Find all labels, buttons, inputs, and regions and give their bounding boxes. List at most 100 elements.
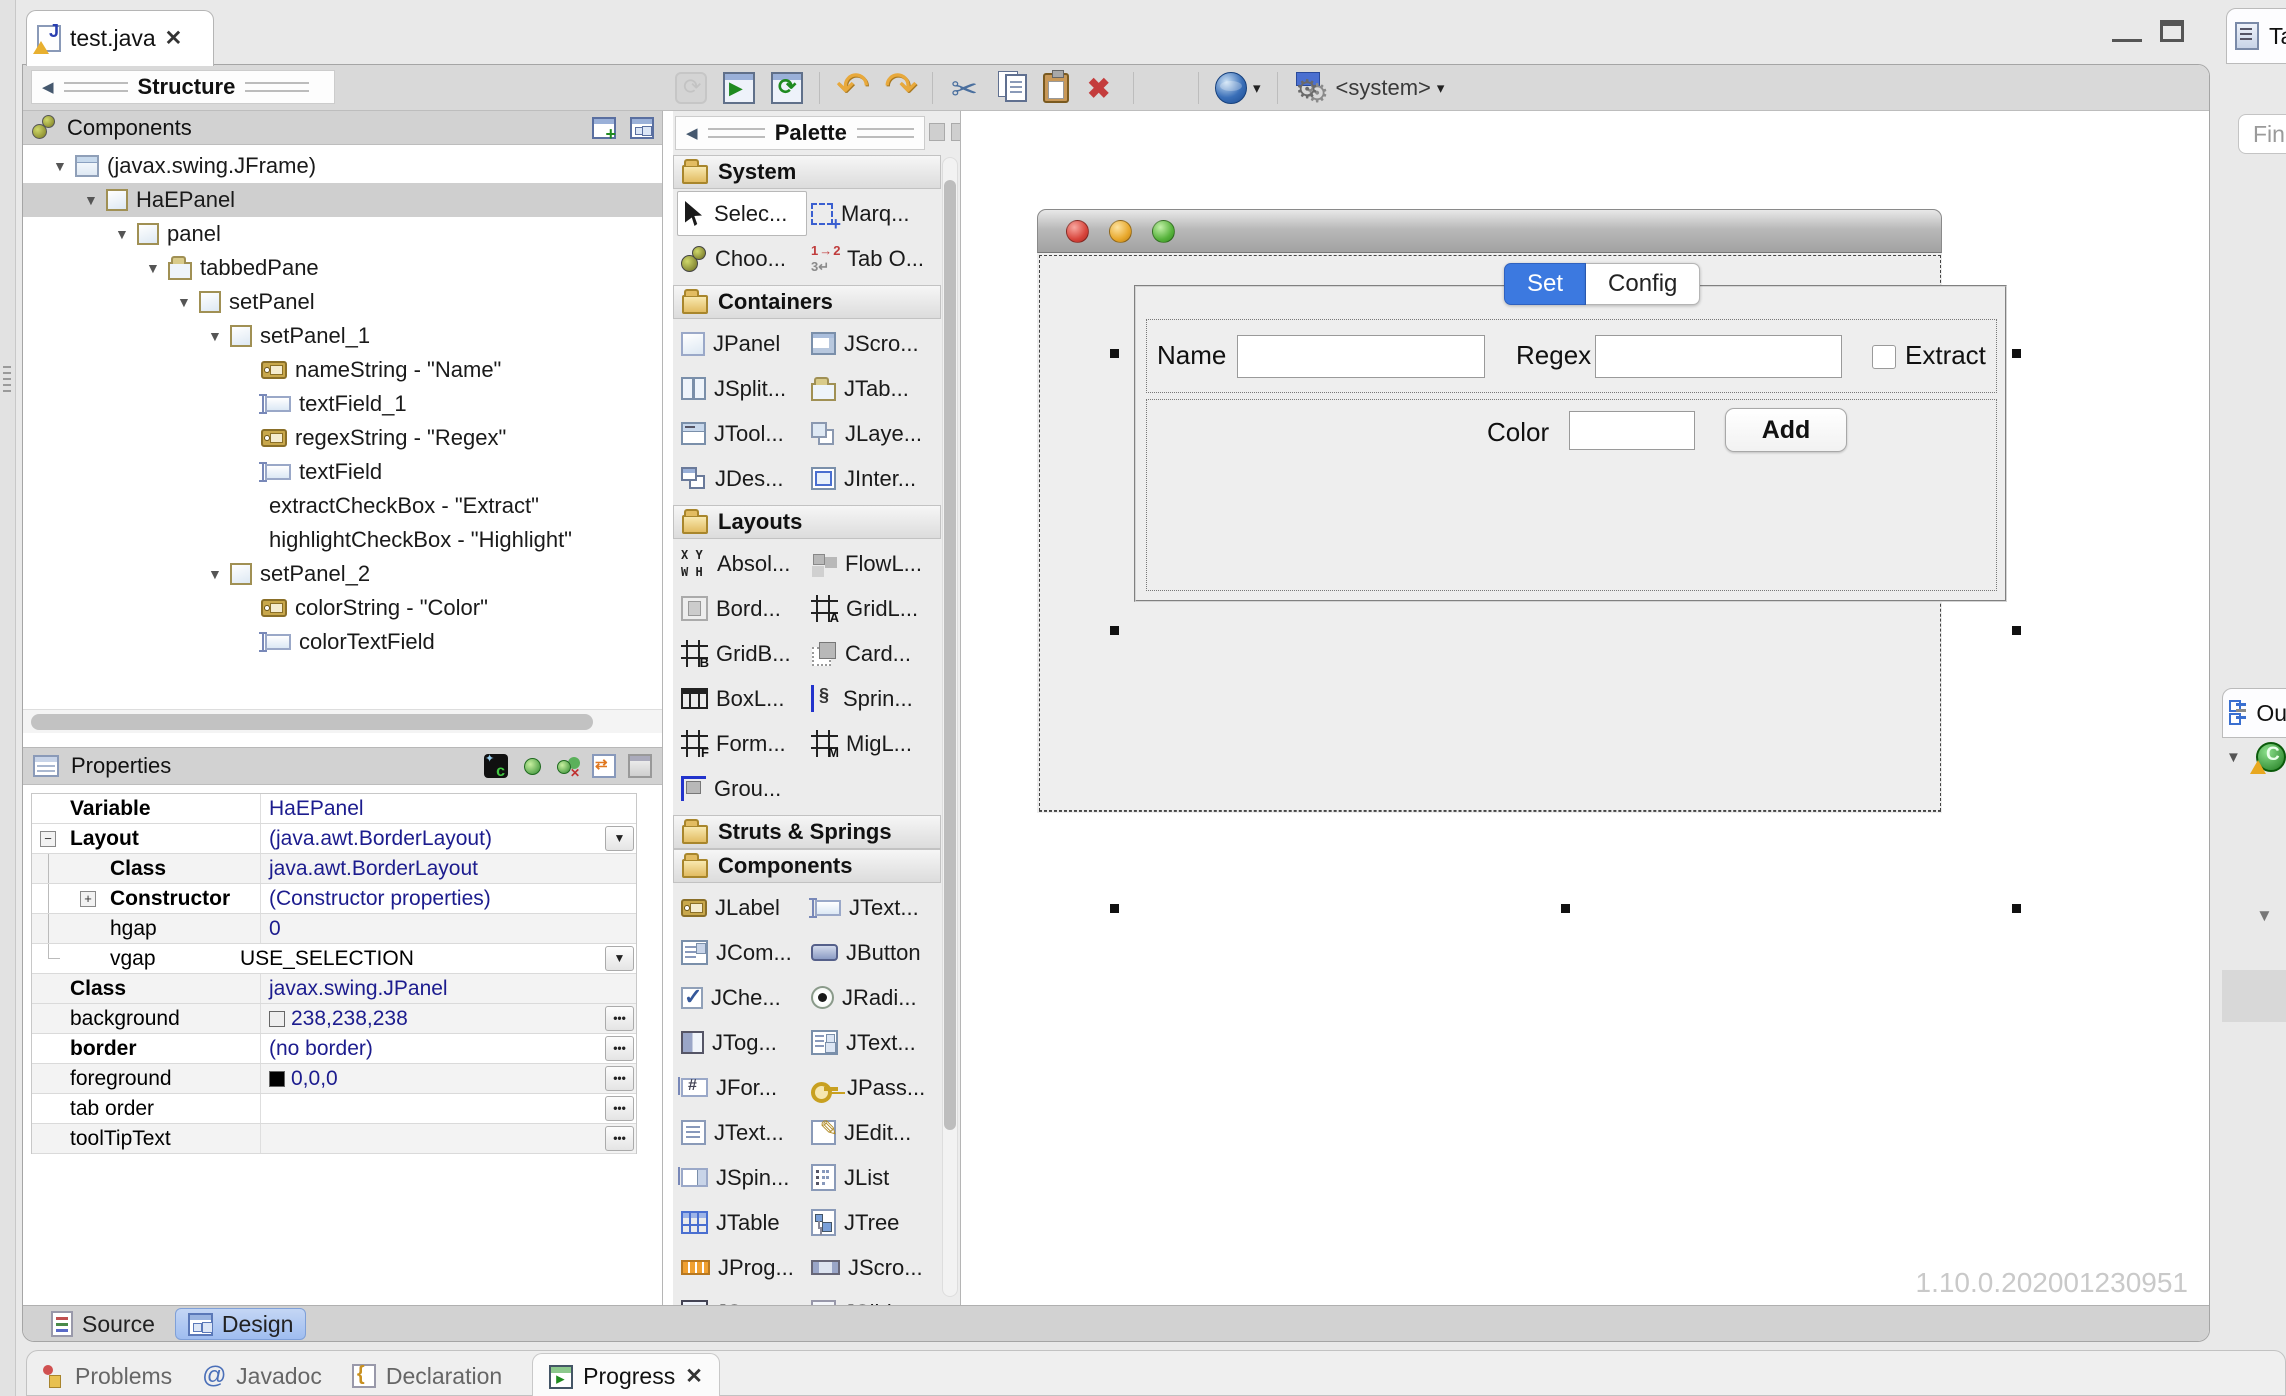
dropdown-button[interactable]: ▼ [605,946,634,971]
cut-button[interactable] [947,70,983,106]
editor-tab-testjava[interactable]: test.java ✕ [26,10,214,66]
property-row[interactable]: Classjavax.swing.JPanel [32,974,636,1004]
resize-handle[interactable] [1110,626,1119,635]
tree-item[interactable]: ▼setPanel_1 [23,319,662,353]
palette-item-jprog[interactable]: JProg... [677,1245,807,1290]
goto-definition-icon[interactable] [556,754,580,778]
tree-item[interactable]: textField_1 [23,387,662,421]
system-button[interactable]: <system>▾ [1292,70,1447,106]
mode-tab-design[interactable]: Design [175,1308,307,1340]
palette-item-gridl[interactable]: GridL... [807,586,937,631]
tree-expander-icon[interactable]: ▼ [208,566,230,582]
outline-class-row[interactable]: ▼ [2226,742,2286,772]
copy-button[interactable] [995,72,1029,104]
palette-item-flowl[interactable]: FlowL... [807,541,937,586]
ellipsis-button[interactable]: ••• [605,1066,634,1091]
close-icon[interactable]: ✕ [685,1366,703,1387]
dropdown-button[interactable]: ▼ [605,826,634,851]
globe-button[interactable]: ▾ [1213,70,1263,106]
palette-minimize-icon[interactable] [929,123,945,141]
expander-plus-icon[interactable]: + [80,891,96,907]
palette-item-choo[interactable]: Choo... [677,236,807,281]
palette-section-header[interactable]: Struts & Springs [673,815,941,849]
minimize-icon[interactable] [2112,18,2142,42]
palette-item-bord[interactable]: Bord... [677,586,807,631]
tree-item[interactable]: ▼HaEPanel [23,183,662,217]
palette-item-jpass[interactable]: JPass... [807,1065,937,1110]
palette-item-jradi[interactable]: JRadi... [807,975,937,1020]
parse-button[interactable] [673,70,709,106]
property-value[interactable]: 0,0,0 [261,1064,602,1093]
property-value[interactable]: 0 [261,914,602,943]
palette-maximize-icon[interactable] [951,123,961,141]
tree-expander-icon[interactable]: ▼ [53,158,75,174]
tree-item[interactable]: nameString - "Name" [23,353,662,387]
palette-item-jinter[interactable]: JInter... [807,456,937,501]
defaults-icon[interactable] [628,754,652,778]
resize-handle[interactable] [2012,904,2021,913]
tab-config[interactable]: Config [1586,263,1700,305]
palette-item-migl[interactable]: MigL... [807,721,937,766]
tree-item[interactable]: highlightCheckBox - "Highlight" [23,523,662,557]
design-canvas[interactable]: Set Config Name Regex Extract Color [962,111,2205,1305]
ellipsis-button[interactable]: ••• [605,1036,634,1061]
palette-item-jtext[interactable]: JText... [807,885,937,930]
palette-item-jtext[interactable]: JText... [807,1020,937,1065]
palette-item-tabo[interactable]: Tab O... [807,236,937,281]
collapse-left-icon[interactable]: ◀ [42,78,54,96]
designed-set-panel[interactable]: Name Regex Extract Color Add [1134,285,2007,602]
palette-item-sprin[interactable]: Sprin... [807,676,937,721]
tree-item[interactable]: ▼tabbedPane [23,251,662,285]
palette-item-jsep[interactable]: JSep... [677,1290,807,1305]
palette-item-jtool[interactable]: JTool... [677,411,807,456]
palette-scrollbar[interactable] [942,157,958,1297]
property-row[interactable]: −Layout(java.awt.BorderLayout)▼ [32,824,636,854]
palette-item-gridb[interactable]: GridB... [677,631,807,676]
find-box[interactable]: Fin [2238,114,2286,154]
resize-handle[interactable] [1110,349,1119,358]
outline-view-tab[interactable]: Ou [2222,688,2286,738]
palette-item-jtext[interactable]: JText... [677,1110,807,1155]
tree-item[interactable]: textField [23,455,662,489]
designed-setpanel1[interactable]: Name Regex Extract [1146,319,1997,393]
show-advanced-properties-icon[interactable] [484,754,508,778]
tree-item[interactable]: ▼panel [23,217,662,251]
property-value[interactable] [261,1094,602,1123]
designed-color-label[interactable]: Color [1487,417,1549,448]
dropdown-caret-icon[interactable]: ▾ [1253,79,1261,97]
tree-item[interactable]: colorString - "Color" [23,591,662,625]
palette-item-jscro[interactable]: JScro... [807,1245,937,1290]
property-value[interactable]: USE_SELECTION [232,944,602,973]
palette-item-jcom[interactable]: JCom... [677,930,807,975]
tree-expander-icon[interactable]: ▼ [208,328,230,344]
view-tab-problems[interactable]: Problems [41,1363,172,1390]
property-value[interactable]: javax.swing.JPanel [261,974,602,1003]
designed-regex-label[interactable]: Regex [1516,340,1591,371]
palette-section-header[interactable]: Layouts [673,505,941,539]
delete-button[interactable] [1083,70,1119,106]
palette-item-jlist[interactable]: JList [807,1155,937,1200]
tree-item[interactable]: ▼setPanel_2 [23,557,662,591]
palette-item-selec[interactable]: Selec... [677,191,807,236]
tree-expander-icon[interactable]: ▼ [115,226,137,242]
tree-expander-icon[interactable]: ▼ [84,192,106,208]
designed-setpanel2[interactable]: Color Add [1146,399,1997,591]
externalize-button[interactable] [1148,70,1184,106]
tree-item[interactable]: extractCheckBox - "Extract" [23,489,662,523]
scrollbar-thumb[interactable] [31,714,593,730]
outline-expander-icon[interactable]: ▼ [2256,906,2273,926]
property-value[interactable] [261,1124,602,1153]
property-row[interactable]: Classjava.awt.BorderLayout [32,854,636,884]
palette-item-jslider[interactable]: JSlider [807,1290,937,1305]
tree-horizontal-scrollbar[interactable] [23,709,662,733]
collapse-all-icon[interactable] [630,117,654,139]
designed-color-textfield[interactable] [1569,411,1695,450]
palette-item-absol[interactable]: Absol... [677,541,807,586]
property-value[interactable]: (Constructor properties) [261,884,602,913]
property-row[interactable]: foreground0,0,0••• [32,1064,636,1094]
test-button[interactable] [721,70,757,106]
property-row[interactable]: background238,238,238••• [32,1004,636,1034]
tab-set[interactable]: Set [1504,263,1586,305]
designed-name-label[interactable]: Name [1157,340,1226,371]
show-events-icon[interactable] [520,754,544,778]
